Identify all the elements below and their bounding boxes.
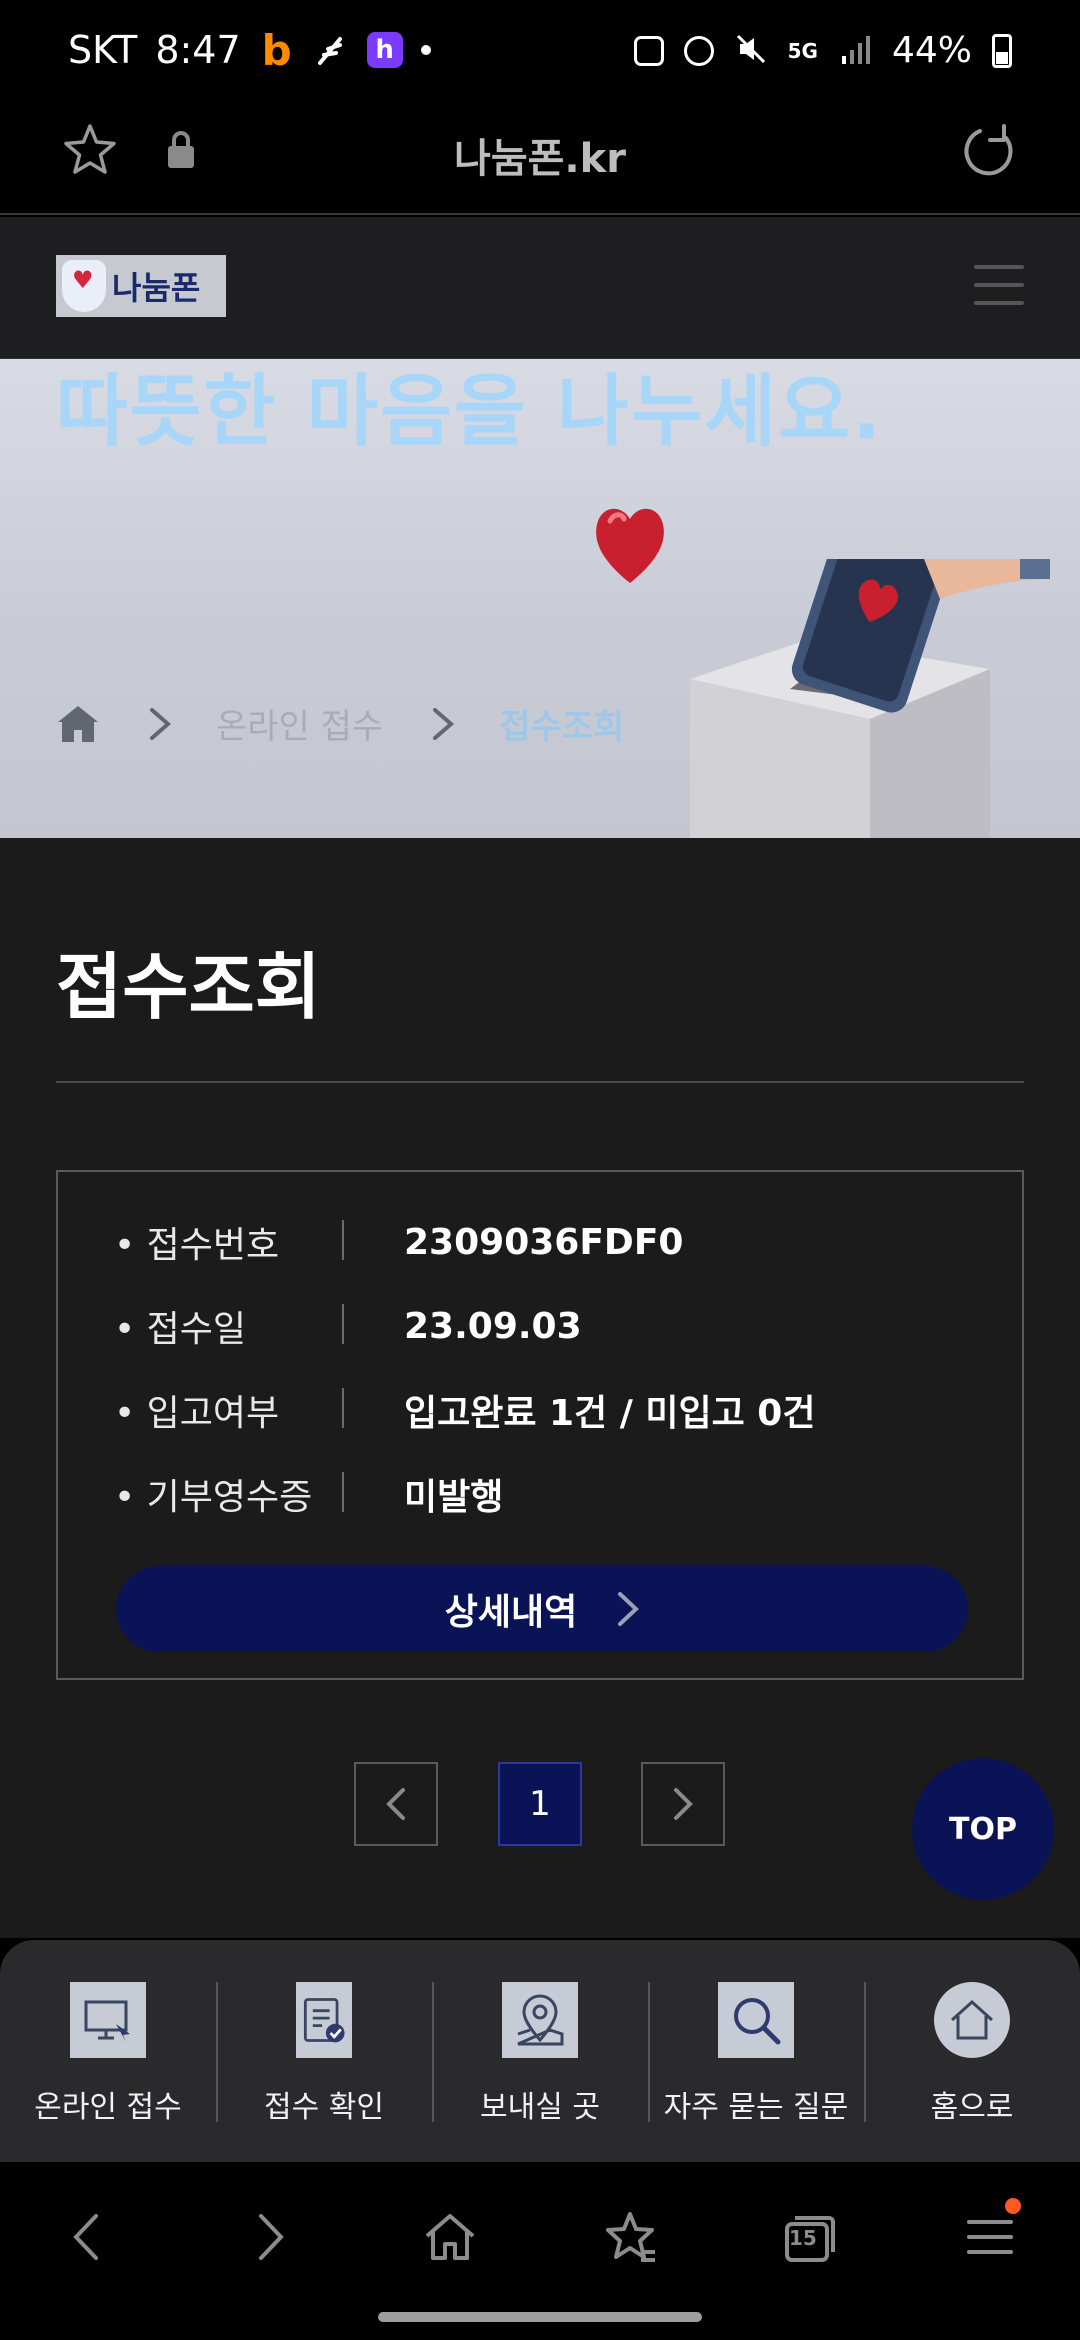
tabs-count: 15 (789, 2226, 817, 2250)
status-bar: SKT 8:47 b h 5G 44% (0, 0, 1080, 100)
mute-icon (734, 32, 768, 70)
h-app-icon: h (366, 32, 403, 68)
logo-text: 나눔폰 (112, 269, 201, 307)
receipt-row: • 기부영수증 미발행 (114, 1464, 503, 1524)
home-icon (425, 2214, 475, 2260)
menu-icon[interactable] (974, 265, 1024, 305)
quick-nav-home[interactable]: 홈으로 (864, 1980, 1080, 2130)
quick-nav-label: 홈으로 (930, 2090, 1014, 2125)
quick-nav-online-receipt[interactable]: 온라인 접수 (0, 1980, 216, 2130)
donation-box-illustration (690, 559, 1050, 838)
computer-icon (70, 1982, 146, 2058)
map-pin-icon (502, 1982, 578, 2058)
donation-receipt-label: • 기부영수증 (114, 1468, 384, 1520)
home-icon (934, 1982, 1010, 2058)
stock-status-label: • 입고여부 (114, 1384, 384, 1436)
quick-nav-faq[interactable]: 자주 묻는 질문 (648, 1980, 864, 2130)
quick-nav-bar: 온라인 접수 접수 확인 보내실 곳 자주 묻는 질문 홈으로 (0, 1940, 1080, 2162)
clock: 8:47 (155, 28, 241, 72)
quick-nav-label: 접수 확인 (264, 2090, 384, 2125)
quick-nav-label: 온라인 접수 (34, 2090, 182, 2125)
battery-icon (992, 33, 1012, 68)
alarm-icon (683, 35, 714, 66)
quick-nav-receipt-check[interactable]: 접수 확인 (216, 1980, 432, 2130)
site-header: 나눔폰 (0, 217, 1080, 359)
receipt-date-value: 23.09.03 (404, 1305, 582, 1347)
receipt-row: • 접수일 23.09.03 (114, 1296, 582, 1356)
notification-dot-icon (420, 45, 431, 55)
signal-icon (838, 32, 872, 70)
chevron-right-icon (618, 1592, 640, 1626)
chevron-right-icon (433, 707, 455, 740)
receipt-number-value: 2309036FDF0 (404, 1221, 684, 1263)
quick-nav-send-location[interactable]: 보내실 곳 (432, 1980, 648, 2130)
page-title: 접수조회 (56, 945, 321, 1029)
receipt-row: • 접수번호 2309036FDF0 (114, 1212, 683, 1272)
chevron-left-icon (386, 1788, 405, 1820)
pagination-next-button[interactable] (641, 1762, 725, 1846)
star-list-icon (606, 2212, 655, 2262)
quick-nav-label: 자주 묻는 질문 (663, 2090, 849, 2125)
heart-icon (596, 508, 664, 583)
url-field[interactable]: 나눔폰.kr (0, 126, 1080, 184)
home-button[interactable] (415, 2202, 485, 2272)
network-type: 5G (787, 38, 818, 63)
pagination-prev-button[interactable] (354, 1762, 438, 1846)
notification-badge (1005, 2198, 1021, 2214)
chevron-right-icon (259, 2214, 284, 2260)
chevron-right-icon (674, 1788, 693, 1820)
battery-percent: 44% (891, 30, 972, 71)
site-logo[interactable]: 나눔폰 (56, 255, 226, 317)
menu-icon (967, 2220, 1013, 2254)
search-icon (718, 1982, 794, 2058)
back-button[interactable] (52, 2202, 122, 2272)
details-button[interactable]: 상세내역 (116, 1566, 968, 1652)
breadcrumb-item-current: 접수조회 (499, 707, 625, 747)
main-content: 접수조회 • 접수번호 2309036FDF0 • 접수일 23.09.03 •… (0, 838, 1080, 1938)
menu-button[interactable] (955, 2198, 1025, 2272)
breadcrumb-item-online-receipt[interactable]: 온라인 접수 (216, 699, 383, 748)
feather-icon (313, 32, 349, 68)
bookmarks-button[interactable] (595, 2202, 665, 2272)
clipboard-check-icon (296, 1982, 352, 2058)
lock-screen-icon (633, 35, 664, 66)
receipt-date-label: • 접수일 (114, 1300, 384, 1352)
home-icon[interactable] (56, 702, 100, 746)
breadcrumb: 온라인 접수 접수조회 (56, 699, 624, 748)
reload-icon[interactable] (960, 122, 1018, 180)
b-app-icon: b (261, 25, 292, 75)
logo-mascot-icon (62, 260, 106, 312)
carrier-label: SKT (68, 28, 138, 72)
hero-title: 따뜻한 마음을 나누세요. (56, 367, 884, 457)
quick-nav-label: 보내실 곳 (480, 2090, 600, 2125)
home-indicator[interactable] (378, 2312, 702, 2322)
scroll-top-button[interactable]: TOP (912, 1758, 1054, 1900)
forward-button[interactable] (235, 2202, 305, 2272)
title-divider (56, 1081, 1024, 1083)
pagination-page-button[interactable]: 1 (498, 1762, 582, 1846)
receipt-number-label: • 접수번호 (114, 1216, 384, 1268)
hero-banner: 따뜻한 마음을 나누세요. 온라인 접수 접수조회 (0, 359, 1080, 838)
donation-receipt-value: 미발행 (404, 1477, 504, 1518)
details-button-label: 상세내역 (444, 1592, 578, 1633)
tabs-button[interactable]: 15 (775, 2202, 845, 2272)
receipt-row: • 입고여부 입고완료 1건 / 미입고 0건 (114, 1380, 815, 1440)
chevron-right-icon (150, 707, 172, 740)
chevron-left-icon (73, 2214, 98, 2260)
stock-status-value: 입고완료 1건 / 미입고 0건 (404, 1393, 816, 1434)
browser-address-bar: 나눔폰.kr (0, 100, 1080, 215)
receipt-card: • 접수번호 2309036FDF0 • 접수일 23.09.03 • 입고여부… (56, 1170, 1024, 1680)
